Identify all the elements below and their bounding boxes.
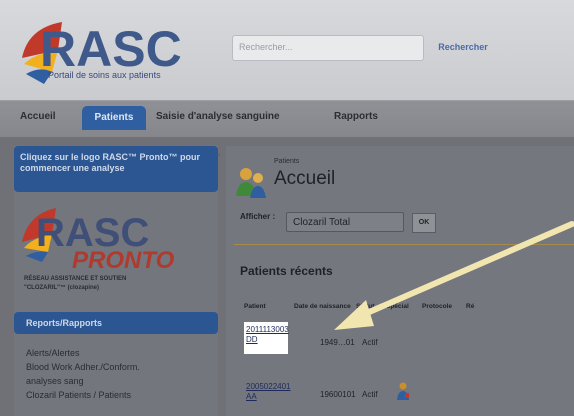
annotation-arrow [334, 221, 574, 330]
